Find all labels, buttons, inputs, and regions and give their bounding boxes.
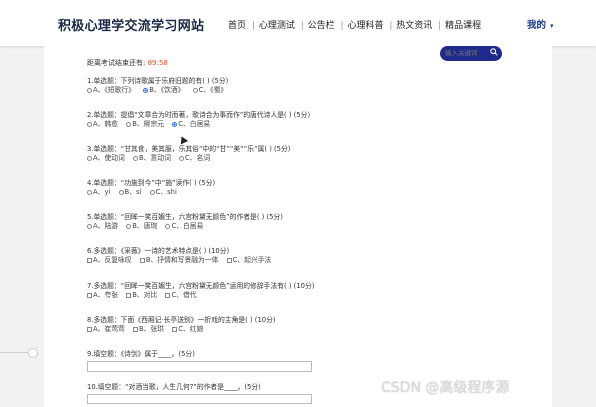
radio-icon[interactable] [87,156,92,161]
option-b[interactable]: B、唐琬 [126,222,157,231]
radio-selected-icon[interactable] [172,122,178,127]
question-title: 9.填空题：《诗剑》属于____。(5分) [87,350,195,358]
side-handle[interactable] [28,348,38,358]
search-icon[interactable] [490,48,498,56]
question-title: 4.单选题：“功施到今”中“施”读作( ) (5分) [87,179,216,187]
nav-separator: | [300,21,304,31]
nav-home[interactable]: 首页 [228,21,246,31]
question-10: 10.填空题：“对酒当歌，人生几何?”的作者是____。(5分) [87,383,261,392]
question-title: 10.填空题：“对酒当歌，人生几何?”的作者是____。(5分) [87,383,261,391]
question-6: 6.多选题：《采薇》一诗的艺术特点是( ) (10分) A、反复咏叹 B、抒情和… [87,247,277,266]
option-c[interactable]: C、起兴手法 [226,256,271,265]
option-c[interactable]: C、借代 [165,291,197,300]
radio-icon[interactable] [126,224,132,229]
question-7: 7.多选题：“回眸一笑百媚生，六宫粉黛无颜色”运用的修辞手法有( ) (10分)… [87,282,314,301]
question-title: 2.单选题：提倡“文章合为时而著，歌诗合为事而作”的唐代诗人是( ) (5分) [87,111,311,119]
radio-icon[interactable] [87,88,92,93]
option-b[interactable]: B、si [118,188,141,197]
radio-icon[interactable] [118,190,124,195]
nav-separator: | [389,21,393,31]
option-a[interactable]: A、韩愈 [87,120,118,129]
option-c[interactable]: C、《蜀》 [192,86,227,95]
question-2: 2.单选题：提倡“文章合为时而著，歌诗合为事而作”的唐代诗人是( ) (5分) … [87,111,310,130]
radio-icon[interactable] [87,122,92,127]
option-b[interactable]: B、《饮酒》 [143,86,184,95]
option-c[interactable]: C、红娘 [172,325,203,334]
checkbox-icon[interactable] [87,327,92,332]
top-navbar: 积极心理学交流学习网站 首页 | 心理测试 | 公告栏 | 心理科普 | 热文资… [0,0,596,46]
option-a[interactable]: A、反复咏叹 [87,256,132,265]
nav-notice[interactable]: 公告栏 [308,21,335,31]
checkbox-icon[interactable] [172,327,178,332]
question-9: 9.填空题：《诗剑》属于____。(5分) [87,350,195,359]
question-title: 7.多选题：“回眸一笑百媚生，六宫粉黛无颜色”运用的修辞手法有( ) (10分) [87,282,315,290]
checkbox-icon[interactable] [133,327,139,332]
option-c[interactable]: C、shi [149,188,177,197]
option-a[interactable]: A、崔莺莺 [87,325,125,334]
timer-label: 距离考试结束还有: [87,59,146,67]
checkbox-icon[interactable] [165,293,171,298]
radio-selected-icon[interactable] [143,88,149,93]
nav-separator: | [340,21,344,31]
checkbox-icon[interactable] [226,258,232,263]
my-account-menu[interactable]: 我的 ▾ [527,17,554,31]
radio-icon[interactable] [126,122,132,127]
radio-icon[interactable] [192,88,198,93]
option-a[interactable]: A、《短歌行》 [87,86,135,95]
option-c[interactable]: C、白居易 [165,222,203,231]
question-8: 8.多选题：下面《西厢记·长亭送别》一折戏的主角是( ) (10分) A、崔莺莺… [87,316,276,335]
radio-icon[interactable] [165,224,171,229]
nav-separator: | [438,21,442,31]
option-b[interactable]: B、意动词 [133,154,171,163]
search-input[interactable] [445,48,485,58]
answer-input[interactable] [87,394,312,404]
option-a[interactable]: A、yi [87,188,110,197]
option-b[interactable]: B、柳宗元 [126,120,164,129]
question-title: 6.多选题：《采薇》一诗的艺术特点是( ) (10分) [87,247,230,255]
chevron-down-icon: ▾ [550,22,554,30]
question-3: 3.单选题：“甘其食，美其服，乐其俗”中的“甘”“美”“乐”属( ) (5分) … [87,145,290,164]
watermark: CSDN @高级程序源 [381,380,510,396]
option-a[interactable]: A、夸张 [87,291,118,300]
question-title: 3.单选题：“甘其食，美其服，乐其俗”中的“甘”“美”“乐”属( ) (5分) [87,145,291,153]
question-5: 5.单选题：“回眸一笑百媚生，六宫粉黛无颜色”的作者是( ) (5分) A、陆游… [87,213,283,232]
question-1: 1.单选题：下列诗歌属于乐府旧题的有( ) (5分) A、《短歌行》 B、《饮酒… [87,77,233,96]
nav-psych-science[interactable]: 心理科普 [347,21,383,31]
search-box [440,46,502,61]
option-b[interactable]: B、张珙 [133,325,164,334]
checkbox-icon[interactable] [87,258,92,263]
option-b[interactable]: B、抒情和写景融为一体 [139,256,218,265]
option-a[interactable]: A、使动词 [87,154,125,163]
question-title: 8.多选题：下面《西厢记·长亭送别》一折戏的主角是( ) (10分) [87,316,276,324]
nav-psych-test[interactable]: 心理测试 [259,21,295,31]
timer-value: 89:58 [147,59,168,67]
nav-courses[interactable]: 精品课程 [445,21,481,31]
nav-separator: | [251,21,255,31]
checkbox-icon[interactable] [87,293,92,298]
main-nav: 首页 | 心理测试 | 公告栏 | 心理科普 | 热文资讯 | 精品课程 [228,18,483,31]
radio-icon[interactable] [179,156,185,161]
site-title[interactable]: 积极心理学交流学习网站 [58,15,204,34]
radio-icon[interactable] [87,224,92,229]
radio-icon[interactable] [149,190,155,195]
radio-icon[interactable] [133,156,139,161]
question-title: 5.单选题：“回眸一笑百媚生，六宫粉黛无颜色”的作者是( ) (5分) [87,213,283,221]
option-a[interactable]: A、陆游 [87,222,118,231]
checkbox-icon[interactable] [126,293,132,298]
nav-hot-news[interactable]: 热文资讯 [396,21,432,31]
my-account-label: 我的 [527,20,547,31]
radio-icon[interactable] [87,190,92,195]
question-title: 1.单选题：下列诗歌属于乐府旧题的有( ) (5分) [87,77,229,85]
option-c[interactable]: C、白居易 [172,120,210,129]
option-b[interactable]: B、对比 [126,291,157,300]
answer-input[interactable] [87,361,312,372]
question-4: 4.单选题：“功施到今”中“施”读作( ) (5分) A、yi B、si C、s… [87,179,215,198]
option-c[interactable]: C、名词 [179,154,210,163]
checkbox-icon[interactable] [139,258,145,263]
exam-timer: 距离考试结束还有: 89:58 [87,58,168,68]
